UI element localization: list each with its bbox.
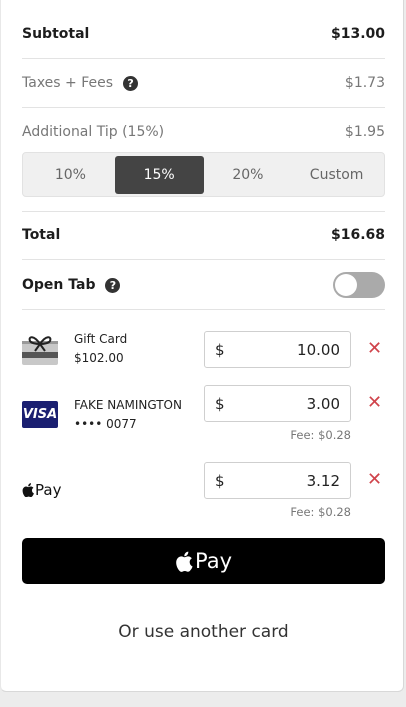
currency-symbol: $ xyxy=(215,471,225,490)
applepay-button[interactable]: Pay xyxy=(22,538,385,584)
gift-card-balance: $102.00 xyxy=(74,351,124,365)
divider xyxy=(22,309,385,310)
gift-card-info: Gift Card $102.00 xyxy=(74,330,127,368)
card-amount-input[interactable]: $ 3.00 xyxy=(204,385,351,422)
divider xyxy=(22,259,385,260)
open-tab-row: Open Tab ? xyxy=(22,271,385,299)
use-another-card-link[interactable]: Or use another card xyxy=(22,622,385,642)
visa-icon: VISA xyxy=(22,401,58,428)
subtotal-row: Subtotal $13.00 xyxy=(22,22,385,46)
applepay-fee: Fee: $0.28 xyxy=(290,505,351,519)
close-icon[interactable]: ✕ xyxy=(367,394,382,412)
total-value: $16.68 xyxy=(330,227,385,243)
total-label: Total xyxy=(22,227,61,243)
card-fee: Fee: $0.28 xyxy=(290,428,351,442)
applepay-button-label: Pay xyxy=(194,549,233,573)
tip-row: Additional Tip (15%) $1.95 xyxy=(22,120,385,144)
amount-value: 3.00 xyxy=(306,394,340,413)
applepay-amount-input[interactable]: $ 3.12 xyxy=(204,462,351,499)
tip-option-15[interactable]: 15% xyxy=(114,155,204,194)
applepay-text: Pay xyxy=(35,481,62,499)
checkout-panel: Subtotal $13.00 Taxes + Fees ? $1.73 Add… xyxy=(0,0,404,692)
question-circle-icon[interactable]: ? xyxy=(105,277,121,293)
tip-option-10[interactable]: 10% xyxy=(26,156,115,194)
gift-card-icon xyxy=(22,336,58,365)
question-circle-icon[interactable]: ? xyxy=(123,75,139,91)
close-icon[interactable]: ✕ xyxy=(367,340,382,358)
open-tab-label: Open Tab xyxy=(22,277,96,293)
card-info: FAKE NAMINGTON •••• 0077 xyxy=(74,396,182,434)
card-holder: FAKE NAMINGTON xyxy=(74,398,182,412)
divider xyxy=(22,211,385,212)
gift-card-title: Gift Card xyxy=(74,332,128,346)
tip-selector: 10% 15% 20% Custom xyxy=(22,152,385,197)
total-row: Total $16.68 xyxy=(22,223,385,247)
tip-option-20[interactable]: 20% xyxy=(204,156,293,194)
taxes-label: Taxes + Fees xyxy=(22,75,114,91)
open-tab-toggle[interactable] xyxy=(333,272,385,298)
divider xyxy=(22,107,385,108)
tip-value: $1.95 xyxy=(344,124,385,140)
subtotal-label: Subtotal xyxy=(22,26,90,42)
currency-symbol: $ xyxy=(215,394,225,413)
divider xyxy=(22,58,385,59)
applepay-label: Pay xyxy=(22,481,61,499)
amount-value: 3.12 xyxy=(306,471,340,490)
tip-option-custom[interactable]: Custom xyxy=(292,156,381,194)
apple-icon xyxy=(22,483,34,497)
gift-card-amount-input[interactable]: $ 10.00 xyxy=(204,331,351,368)
tip-label: Additional Tip (15%) xyxy=(22,124,165,140)
taxes-row: Taxes + Fees ? $1.73 xyxy=(22,71,385,95)
close-icon[interactable]: ✕ xyxy=(367,471,382,489)
subtotal-value: $13.00 xyxy=(330,26,385,42)
currency-symbol: $ xyxy=(215,340,225,359)
toggle-knob xyxy=(335,274,357,296)
card-number: •••• 0077 xyxy=(74,417,137,431)
apple-icon xyxy=(176,551,193,572)
amount-value: 10.00 xyxy=(297,340,340,359)
taxes-value: $1.73 xyxy=(344,75,385,91)
